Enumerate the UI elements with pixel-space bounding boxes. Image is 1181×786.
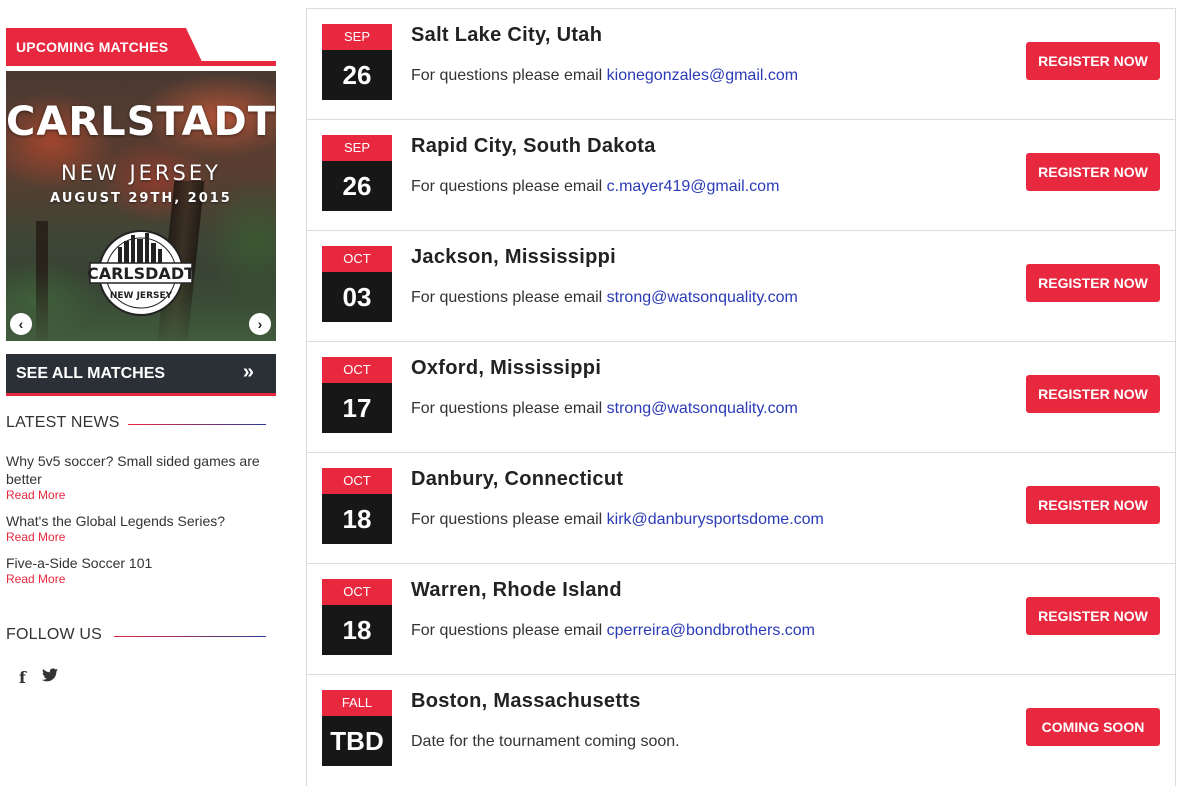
match-contact: For questions please email kionegonzales… <box>411 67 798 85</box>
see-all-matches-button[interactable]: SEE ALL MATCHES » <box>6 354 276 396</box>
contact-prefix: For questions please email <box>411 289 607 306</box>
match-city: Boston, Massachusetts <box>411 690 641 712</box>
slide-date: AUGUST 29TH, 2015 <box>50 191 232 206</box>
match-month: OCT <box>322 357 392 383</box>
header-underline <box>6 61 276 66</box>
match-day: 18 <box>322 494 392 544</box>
coming-soon-button[interactable]: COMING SOON <box>1026 708 1160 746</box>
match-city: Jackson, Mississippi <box>411 246 616 268</box>
seal-state-text: NEW JERSEY <box>110 291 173 301</box>
match-month: OCT <box>322 468 392 494</box>
chevron-right-icon[interactable]: › <box>249 313 271 335</box>
news-item: Why 5v5 soccer? Small sided games are be… <box>6 452 276 502</box>
contact-prefix: For questions please email <box>411 178 607 195</box>
match-city: Salt Lake City, Utah <box>411 24 603 46</box>
match-city: Danbury, Connecticut <box>411 468 624 490</box>
contact-email-link[interactable]: kirk@danburysportsdome.com <box>607 511 824 528</box>
news-title[interactable]: Why 5v5 soccer? Small sided games are be… <box>6 452 276 488</box>
match-contact: For questions please email strong@watson… <box>411 289 798 307</box>
news-title[interactable]: Five-a-Side Soccer 101 <box>6 554 276 572</box>
latest-news-title: LATEST NEWS <box>6 414 266 434</box>
match-day: 26 <box>322 161 392 211</box>
double-chevron-right-icon: » <box>242 361 254 383</box>
match-day: 26 <box>322 50 392 100</box>
latest-news-list: Why 5v5 soccer? Small sided games are be… <box>6 452 276 596</box>
match-contact: For questions please email c.mayer419@gm… <box>411 178 779 196</box>
match-month: OCT <box>322 246 392 272</box>
match-month: SEP <box>322 135 392 161</box>
slide-state-title: NEW JERSEY <box>61 161 221 185</box>
match-date-box: SEP 26 <box>322 135 392 211</box>
match-row: SEP 26 Rapid City, South Dakota For ques… <box>307 120 1175 231</box>
match-day: 18 <box>322 605 392 655</box>
match-date-box: OCT 17 <box>322 357 392 433</box>
follow-us-divider <box>114 636 266 637</box>
carlstadt-seal-logo: CARLSDADT NEW JERSEY <box>88 230 194 316</box>
register-now-button[interactable]: REGISTER NOW <box>1026 597 1160 635</box>
matches-list: SEP 26 Salt Lake City, Utah For question… <box>306 8 1176 786</box>
match-month: SEP <box>322 24 392 50</box>
seal-name-text: CARLSDADT <box>88 264 194 283</box>
register-now-button[interactable]: REGISTER NOW <box>1026 153 1160 191</box>
upcoming-matches-header: UPCOMING MATCHES <box>6 28 276 66</box>
follow-us-label: FOLLOW US <box>6 626 103 643</box>
match-day: 03 <box>322 272 392 322</box>
match-row: OCT 18 Warren, Rhode Island For question… <box>307 564 1175 675</box>
see-all-matches-label: SEE ALL MATCHES <box>16 365 166 382</box>
match-day: TBD <box>322 716 392 766</box>
news-item: What's the Global Legends Series? Read M… <box>6 512 276 544</box>
contact-email-link[interactable]: cperreira@bondbrothers.com <box>607 622 815 639</box>
match-date-box: OCT 18 <box>322 579 392 655</box>
twitter-icon[interactable] <box>41 668 58 687</box>
match-city: Oxford, Mississippi <box>411 357 602 379</box>
match-contact: For questions please email strong@watson… <box>411 400 798 418</box>
match-date-box: SEP 26 <box>322 24 392 100</box>
match-month: FALL <box>322 690 392 716</box>
register-now-button[interactable]: REGISTER NOW <box>1026 486 1160 524</box>
slide-city-title: CARLSTADT <box>6 99 276 145</box>
register-now-button[interactable]: REGISTER NOW <box>1026 375 1160 413</box>
match-row: SEP 26 Salt Lake City, Utah For question… <box>307 9 1175 120</box>
news-title[interactable]: What's the Global Legends Series? <box>6 512 276 530</box>
match-contact: For questions please email cperreira@bon… <box>411 622 815 640</box>
contact-email-link[interactable]: strong@watsonquality.com <box>607 289 798 306</box>
follow-us-title: FOLLOW US <box>6 626 266 646</box>
chevron-left-icon[interactable]: ‹ <box>10 313 32 335</box>
match-date-box: FALL TBD <box>322 690 392 766</box>
match-contact: For questions please email kirk@danburys… <box>411 511 824 529</box>
contact-email-link[interactable]: kionegonzales@gmail.com <box>607 67 798 84</box>
match-row: OCT 17 Oxford, Mississippi For questions… <box>307 342 1175 453</box>
contact-prefix: For questions please email <box>411 67 607 84</box>
read-more-link[interactable]: Read More <box>6 488 276 502</box>
contact-prefix: For questions please email <box>411 511 607 528</box>
match-row: OCT 03 Jackson, Mississippi For question… <box>307 231 1175 342</box>
contact-prefix: For questions please email <box>411 400 607 417</box>
social-links: f <box>19 668 58 687</box>
match-city: Warren, Rhode Island <box>411 579 622 601</box>
news-item: Five-a-Side Soccer 101 Read More <box>6 554 276 586</box>
match-month: OCT <box>322 579 392 605</box>
match-day: 17 <box>322 383 392 433</box>
facebook-icon[interactable]: f <box>19 668 26 687</box>
match-slider[interactable]: CARLSTADT NEW JERSEY AUGUST 29TH, 2015 C… <box>6 71 276 341</box>
read-more-link[interactable]: Read More <box>6 530 276 544</box>
match-row: OCT 18 Danbury, Connecticut For question… <box>307 453 1175 564</box>
register-now-button[interactable]: REGISTER NOW <box>1026 42 1160 80</box>
match-date-box: OCT 18 <box>322 468 392 544</box>
latest-news-label: LATEST NEWS <box>6 414 120 431</box>
match-row: FALL TBD Boston, Massachusetts Date for … <box>307 675 1175 786</box>
register-now-button[interactable]: REGISTER NOW <box>1026 264 1160 302</box>
match-contact: Date for the tournament coming soon. <box>411 733 680 751</box>
match-date-box: OCT 03 <box>322 246 392 322</box>
latest-news-divider <box>128 424 266 425</box>
contact-prefix: For questions please email <box>411 622 607 639</box>
contact-email-link[interactable]: c.mayer419@gmail.com <box>607 178 780 195</box>
coming-soon-note: Date for the tournament coming soon. <box>411 733 680 750</box>
contact-email-link[interactable]: strong@watsonquality.com <box>607 400 798 417</box>
match-city: Rapid City, South Dakota <box>411 135 656 157</box>
read-more-link[interactable]: Read More <box>6 572 276 586</box>
